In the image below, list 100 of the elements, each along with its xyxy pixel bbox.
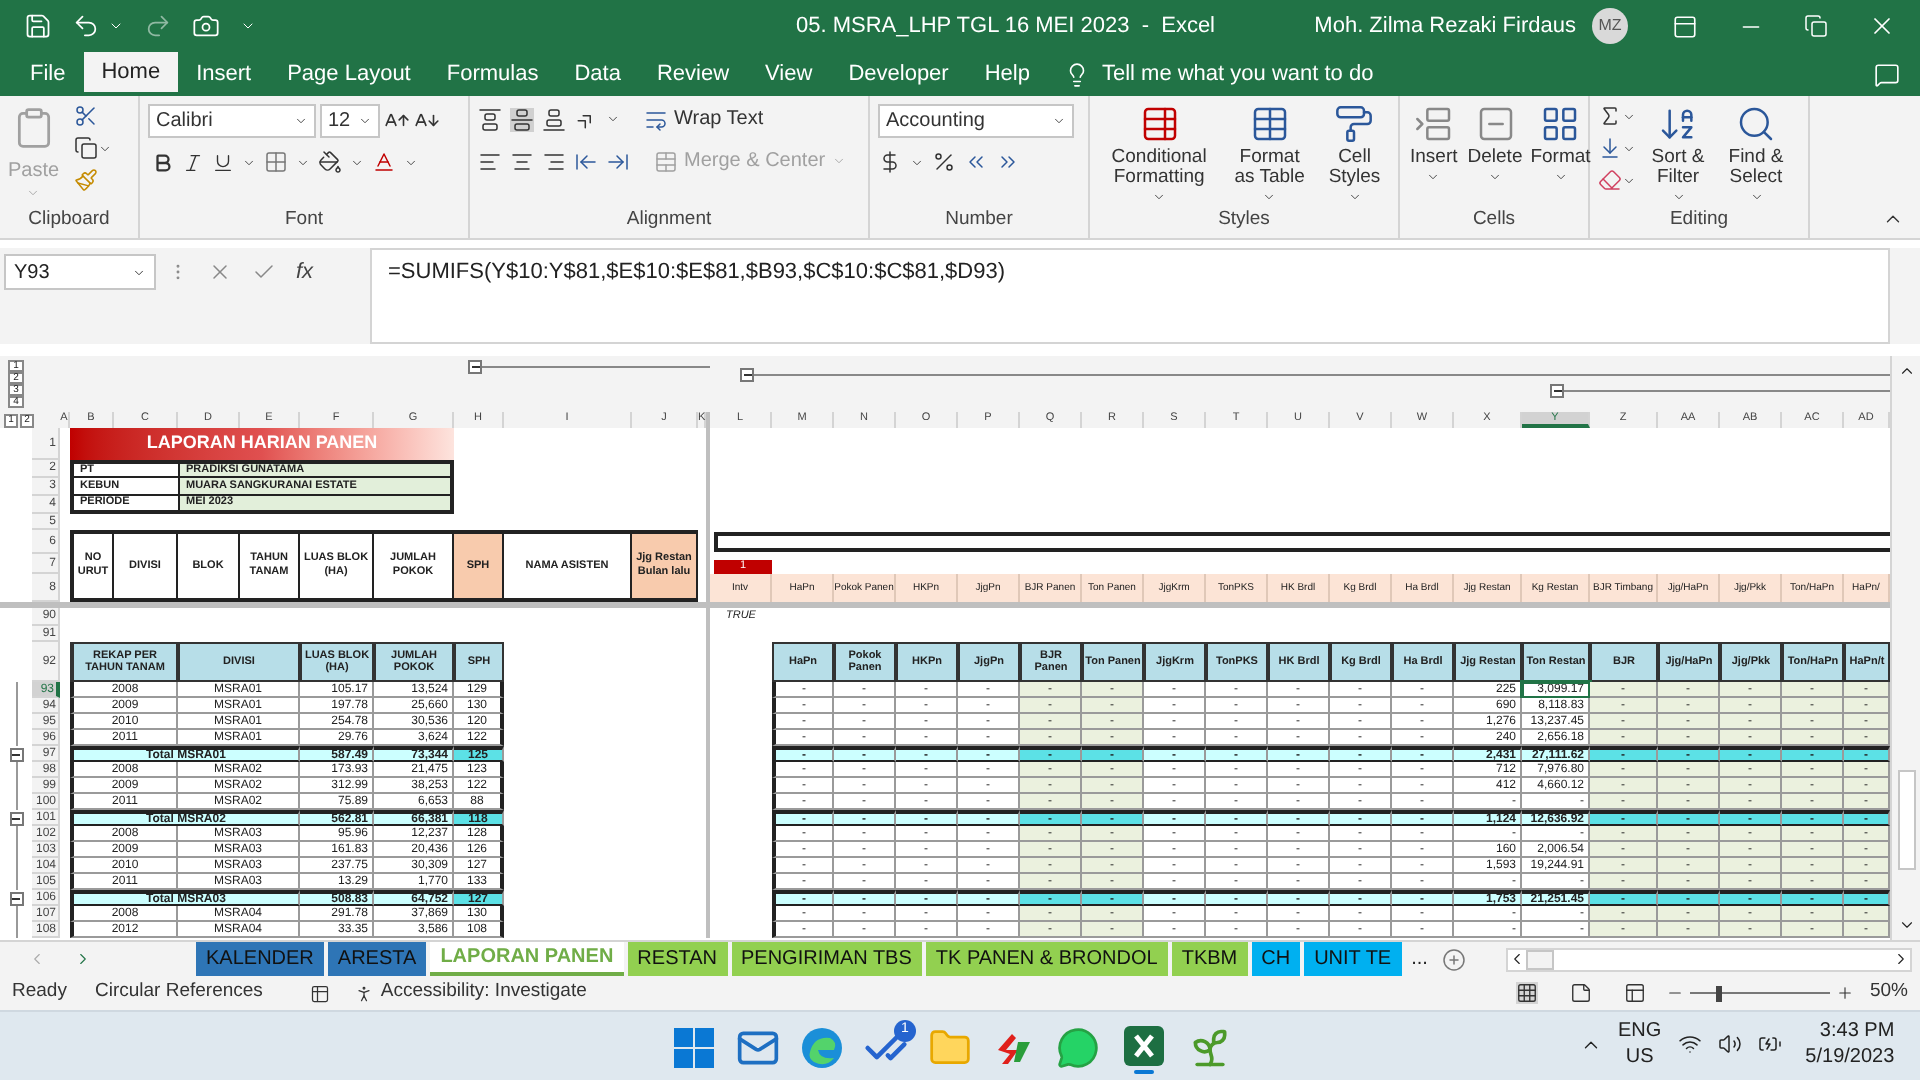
font-color-icon[interactable] [372, 150, 396, 174]
currency-icon[interactable] [878, 150, 902, 174]
eraser-icon[interactable] [1598, 168, 1622, 192]
chat-icon[interactable] [1056, 1026, 1100, 1070]
ribbon-display-icon[interactable] [1672, 13, 1698, 39]
format-button[interactable]: Format [1530, 104, 1591, 206]
page-layout-icon[interactable] [1569, 982, 1592, 1004]
caret-icon[interactable] [108, 18, 124, 34]
page-break-icon[interactable] [1623, 982, 1646, 1004]
volume-icon[interactable] [1717, 1032, 1742, 1056]
decrease-decimal-icon[interactable] [996, 150, 1020, 174]
align-center-icon[interactable] [510, 149, 534, 173]
align-right-icon[interactable] [542, 149, 566, 173]
browser-icon[interactable] [800, 1026, 844, 1070]
caret-icon[interactable] [358, 114, 372, 128]
camera-icon[interactable] [192, 12, 220, 40]
zoom-slider[interactable] [1689, 985, 1830, 1001]
accessibility-status[interactable]: Accessibility: Investigate [380, 978, 587, 1008]
collapse-button[interactable] [9, 811, 23, 825]
decrease-indent-icon[interactable] [574, 149, 598, 173]
insert-button[interactable]: Insert [1408, 104, 1460, 206]
sheet-icon[interactable] [310, 983, 331, 1003]
add-sheet-icon[interactable] [1441, 947, 1466, 971]
caret-icon[interactable] [1622, 141, 1636, 155]
borders-icon[interactable] [264, 150, 288, 174]
font-size-field[interactable]: 12 [320, 104, 380, 138]
format-as-table-button[interactable]: Format as Table [1226, 104, 1313, 206]
font-name-field[interactable]: Calibri [148, 104, 316, 138]
wrap-text-button[interactable]: Wrap Text [644, 104, 764, 134]
collapse-button[interactable] [9, 891, 23, 905]
caret-icon[interactable] [132, 265, 146, 279]
sheet-tab[interactable]: PENGIRIMAN TBS [731, 942, 922, 976]
align-bottom-icon[interactable] [542, 107, 566, 131]
caret-icon[interactable] [1347, 190, 1362, 204]
caret-icon[interactable] [350, 155, 364, 169]
sum-icon[interactable] [1598, 104, 1622, 128]
normal-view-icon[interactable] [1515, 982, 1538, 1004]
caret-icon[interactable] [1426, 170, 1441, 184]
insert-function-button[interactable]: fx [296, 255, 314, 289]
battery-icon[interactable] [1757, 1032, 1782, 1056]
accessibility-icon[interactable] [354, 983, 375, 1003]
caret-icon[interactable] [1488, 170, 1502, 184]
scroll-up-icon[interactable] [1897, 362, 1915, 380]
user-avatar[interactable]: MZ [1592, 8, 1628, 44]
paint-bucket-icon[interactable] [318, 150, 342, 174]
zoom-in-icon[interactable] [1835, 984, 1854, 1002]
scrollbar-thumb[interactable] [1525, 949, 1554, 969]
sheet-tab[interactable]: ARESTA [327, 942, 427, 976]
sheet-tab[interactable]: TKBM [1171, 942, 1248, 976]
caret-icon[interactable] [240, 18, 256, 34]
increase-decimal-icon[interactable] [964, 150, 988, 174]
caret-icon[interactable] [1262, 190, 1277, 204]
delete-button[interactable]: Delete [1465, 104, 1525, 206]
name-box[interactable]: Y93 [4, 254, 156, 290]
caret-icon[interactable] [294, 114, 308, 128]
align-top-icon[interactable] [478, 107, 502, 131]
menu-tab[interactable]: Insert [178, 52, 270, 96]
caret-icon[interactable] [1671, 190, 1685, 204]
percent-icon[interactable] [932, 150, 956, 174]
fill-icon[interactable] [1598, 136, 1622, 160]
align-middle-icon[interactable] [510, 107, 534, 131]
next-sheet-icon[interactable] [74, 950, 92, 968]
comments-icon[interactable] [1874, 61, 1900, 87]
menu-tab[interactable]: File [12, 52, 84, 96]
caret-icon[interactable] [1622, 109, 1636, 123]
menu-tab[interactable]: Page Layout [269, 52, 429, 96]
menu-tab[interactable]: Review [638, 52, 748, 96]
save-icon[interactable] [24, 12, 52, 40]
caret-icon[interactable] [242, 155, 256, 169]
restore-icon[interactable] [1804, 14, 1828, 38]
caret-icon[interactable] [404, 155, 418, 169]
find-select-button[interactable]: Find & Select [1720, 104, 1792, 206]
caret-icon[interactable] [296, 155, 310, 169]
italic-icon[interactable] [182, 151, 204, 173]
bold-icon[interactable] [152, 151, 174, 173]
scroll-right-icon[interactable] [1892, 950, 1910, 968]
clock-time[interactable]: 3:43 PM [1819, 1018, 1895, 1044]
clock-date[interactable]: 5/19/2023 [1805, 1044, 1895, 1070]
caret-icon[interactable] [97, 141, 112, 155]
close-icon[interactable] [1868, 12, 1896, 40]
enter-icon[interactable] [252, 260, 276, 284]
underline-icon[interactable] [212, 151, 234, 173]
sheet-tab[interactable]: RESTAN [627, 942, 727, 976]
menu-tab[interactable]: Formulas [428, 52, 557, 96]
zoom-level[interactable]: 50% [1869, 978, 1908, 1008]
tell-me-field[interactable]: Tell me what you want to do [1101, 57, 1374, 91]
cancel-icon[interactable] [208, 260, 232, 284]
sheet-tab[interactable]: KALENDER [196, 942, 324, 976]
undo-icon[interactable] [72, 12, 100, 40]
caret-icon[interactable] [606, 112, 620, 126]
caret-icon[interactable] [1749, 190, 1763, 204]
caret-icon[interactable] [1052, 114, 1066, 128]
number-format-field[interactable]: Accounting [878, 104, 1074, 138]
sheet-tab[interactable]: CH [1251, 942, 1301, 976]
menu-tab[interactable]: Home [83, 52, 179, 96]
formula-field[interactable]: =SUMIFS(Y$10:Y$81,$E$10:$E$81,$B93,$C$10:$C$81,$D93) [370, 248, 1890, 344]
menu-tab[interactable]: Data [556, 52, 639, 96]
more-sheets-button[interactable]: ... [1405, 944, 1434, 974]
sheet-tab[interactable]: TK PANEN & BRONDOL [925, 942, 1168, 976]
collapse-button[interactable] [468, 360, 482, 374]
